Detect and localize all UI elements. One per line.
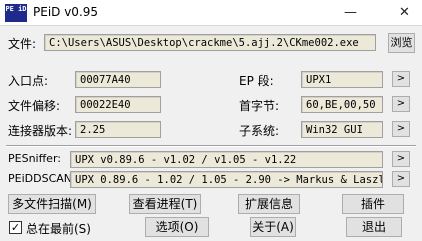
pesniffer-more-button[interactable]: > bbox=[392, 151, 410, 167]
linker-version-label: 连接器版本: bbox=[8, 124, 73, 138]
file-offset-label: 文件偏移: bbox=[8, 99, 61, 113]
ep-section-field[interactable]: UPX1 bbox=[301, 71, 383, 88]
subsystem-label: 子系统: bbox=[239, 124, 280, 138]
pesniffer-label: PESniffer: bbox=[8, 152, 61, 165]
first-bytes-label: 首字节: bbox=[239, 99, 280, 113]
close-button[interactable]: ✕ bbox=[387, 0, 422, 26]
peiddscan-more-button[interactable]: > bbox=[392, 171, 410, 187]
peiddscan-field[interactable]: UPX 0.89.6 - 1.02 / 1.05 - 2.90 -> Marku… bbox=[70, 171, 383, 188]
linker-version-field[interactable]: 2.25 bbox=[75, 121, 161, 138]
entry-point-field[interactable]: 00077A40 bbox=[75, 71, 161, 88]
ep-section-label: EP 段: bbox=[239, 74, 274, 88]
file-label: 文件: bbox=[8, 37, 37, 51]
file-path-field[interactable]: C:\Users\ASUS\Desktop\crackme\5.ajj.2\CK… bbox=[44, 34, 376, 51]
exit-button[interactable]: 退出 bbox=[346, 217, 402, 237]
multi-file-scan-button[interactable]: 多文件扫描(M) bbox=[8, 194, 96, 214]
separator bbox=[6, 145, 416, 147]
window-title: PEiD v0.95 bbox=[33, 5, 99, 19]
first-bytes-field[interactable]: 60,BE,00,50 bbox=[301, 96, 383, 113]
peiddscan-label: PEiDDSCAN: bbox=[8, 172, 76, 185]
minimize-button[interactable]: — bbox=[336, 0, 365, 26]
subsystem-more-button[interactable]: > bbox=[392, 121, 410, 137]
pesniffer-field[interactable]: UPX v0.89.6 - v1.02 / v1.05 - v1.22 bbox=[70, 151, 383, 168]
first-bytes-more-button[interactable]: > bbox=[392, 96, 410, 112]
file-offset-field[interactable]: 00022E40 bbox=[75, 96, 161, 113]
ep-section-more-button[interactable]: > bbox=[392, 71, 410, 87]
view-process-button[interactable]: 查看进程(T) bbox=[129, 194, 201, 214]
plugins-button[interactable]: 插件 bbox=[342, 194, 404, 214]
browse-button[interactable]: 浏览 bbox=[388, 33, 415, 53]
extended-info-button[interactable]: 扩展信息 bbox=[238, 194, 300, 214]
entry-point-label: 入口点: bbox=[8, 74, 49, 88]
subsystem-field[interactable]: Win32 GUI bbox=[301, 121, 383, 138]
always-on-top-checkbox[interactable]: ✓ bbox=[9, 221, 22, 234]
peid-logo-icon: PE iD bbox=[5, 4, 27, 22]
always-on-top-label[interactable]: 总在最前(S) bbox=[26, 220, 91, 237]
about-button[interactable]: 关于(A) bbox=[250, 217, 296, 237]
options-button[interactable]: 选项(O) bbox=[145, 217, 209, 237]
title-bar: PE iD PEiD v0.95 — ✕ bbox=[0, 0, 422, 26]
